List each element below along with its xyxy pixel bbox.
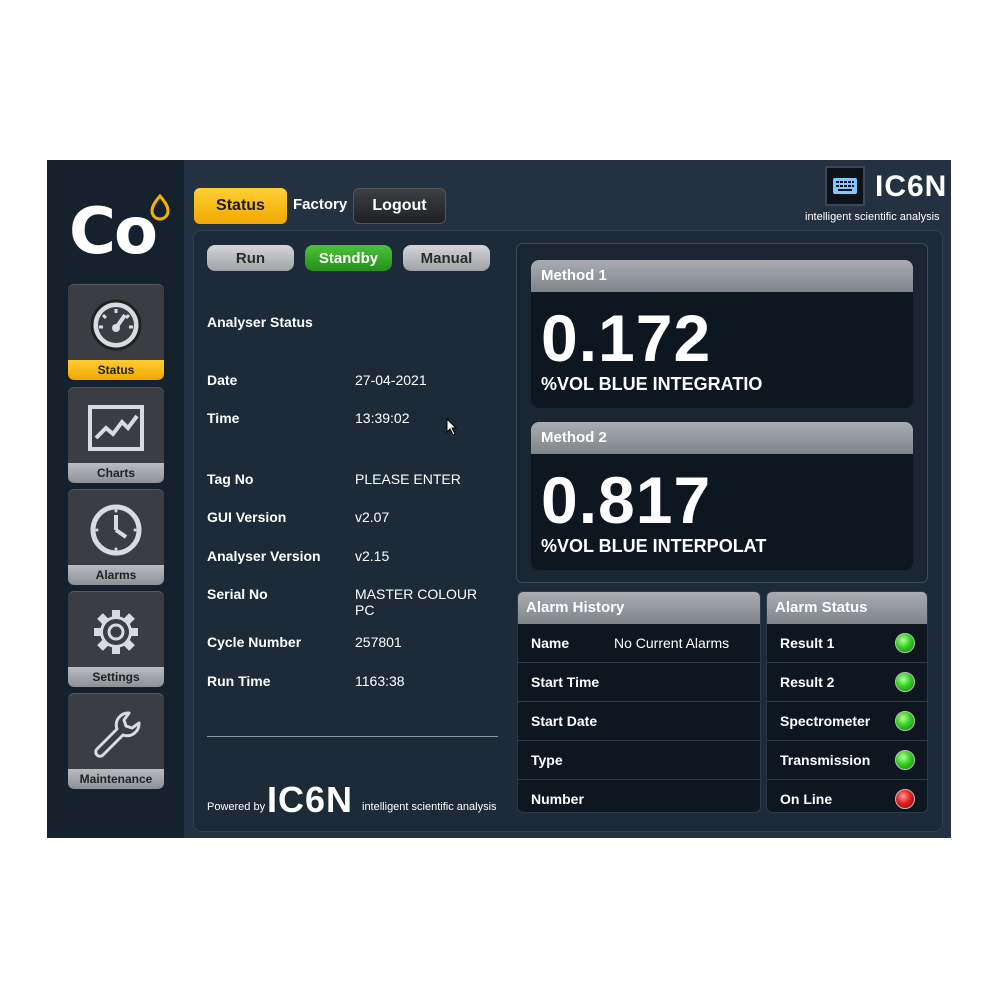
sidebar-item-maintenance[interactable]: Maintenance [68, 693, 164, 789]
table-row: Start Time [518, 663, 760, 702]
on-line-label: On Line [780, 791, 833, 807]
analyser-status-heading: Analyser Status [207, 314, 313, 330]
logout-button[interactable]: Logout [353, 188, 446, 224]
gauge-icon [68, 294, 164, 356]
sidebar-item-settings[interactable]: Settings [68, 591, 164, 687]
list-item: Result 1 [767, 624, 927, 663]
result-2-label: Result 2 [780, 674, 835, 690]
methods-box: Method 1 0.172 %VOL BLUE INTEGRATIO Meth… [516, 243, 928, 583]
time-value: 13:39:02 [355, 410, 410, 426]
clock-icon [68, 499, 164, 561]
mouse-cursor-icon [446, 418, 458, 436]
sidebar-item-label: Charts [68, 463, 164, 483]
wrench-icon [68, 703, 164, 765]
keyboard-icon[interactable] [825, 166, 865, 206]
list-item: Spectrometer [767, 702, 927, 741]
alarm-type-label: Type [531, 752, 563, 768]
date-value: 27-04-2021 [355, 372, 427, 388]
method-1-unit: %VOL BLUE INTEGRATIO [541, 374, 763, 394]
alarm-status-title: Alarm Status [767, 592, 927, 624]
gui-version-label: GUI Version [207, 509, 287, 525]
method-1-title: Method 1 [531, 260, 913, 292]
status-led-icon [895, 750, 915, 770]
date-label: Date [207, 372, 238, 388]
table-row: Number [518, 780, 760, 812]
status-led-icon [895, 672, 915, 692]
gui-version-value: v2.07 [355, 509, 390, 525]
alarm-start-time-label: Start Time [531, 674, 600, 690]
method-1-value: 0.172 [541, 301, 712, 375]
gear-icon [68, 601, 164, 663]
sidebar-item-status[interactable]: Status [68, 284, 164, 380]
alarm-history-panel: Alarm History Name No Current Alarms Sta… [517, 591, 761, 813]
alarm-status-panel: Alarm Status Result 1 Result 2 Spectrome… [766, 591, 928, 813]
sidebar-item-label: Alarms [68, 565, 164, 585]
status-led-icon [895, 633, 915, 653]
serial-label: Serial No [207, 586, 268, 602]
brand-logo: IC6N [875, 170, 948, 203]
method-2-unit: %VOL BLUE INTERPOLAT [541, 536, 767, 556]
runtime-value: 1163:38 [355, 673, 405, 689]
tag-label: Tag No [207, 471, 254, 487]
method-2-title: Method 2 [531, 422, 913, 454]
list-item: Result 2 [767, 663, 927, 702]
brand-header: IC6N intelligent scientific analysis [805, 166, 948, 226]
alarm-name-label: Name [531, 635, 570, 651]
standby-button[interactable]: Standby [305, 245, 392, 271]
manual-button[interactable]: Manual [403, 245, 490, 271]
alarm-history-title: Alarm History [518, 592, 760, 624]
alarm-number-label: Number [531, 791, 584, 807]
footer-brand-logo: IC6N [267, 779, 354, 820]
list-item: Transmission [767, 741, 927, 780]
status-button[interactable]: Status [194, 188, 287, 224]
result-1-label: Result 1 [780, 635, 835, 651]
alarm-start-date-label: Start Date [531, 713, 598, 729]
tag-value[interactable]: PLEASE ENTER [355, 471, 461, 487]
analyser-screen: Co Status Charts Alarms Settings Mainten… [47, 160, 951, 838]
factory-label: Factory [293, 196, 348, 213]
analyser-version-label: Analyser Version [207, 548, 321, 564]
transmission-label: Transmission [780, 752, 871, 768]
run-button[interactable]: Run [207, 245, 294, 271]
cycle-label: Cycle Number [207, 634, 302, 650]
footer-tagline: intelligent scientific analysis [362, 801, 497, 813]
drop-icon [150, 194, 170, 221]
table-row: Start Date [518, 702, 760, 741]
method-1-card: Method 1 0.172 %VOL BLUE INTEGRATIO [531, 260, 913, 408]
divider [207, 736, 498, 737]
table-row: Type [518, 741, 760, 780]
sidebar-item-label: Status [68, 360, 164, 380]
sidebar-item-label: Settings [68, 667, 164, 687]
alarm-name-value: No Current Alarms [614, 635, 730, 651]
status-led-icon [895, 711, 915, 731]
sidebar-item-charts[interactable]: Charts [68, 387, 164, 483]
cycle-value: 257801 [355, 634, 402, 650]
sidebar-item-alarms[interactable]: Alarms [68, 489, 164, 585]
list-item: On Line [767, 780, 927, 812]
line-chart-icon [68, 397, 164, 459]
app-logo: Co [69, 195, 158, 269]
table-row: Name No Current Alarms [518, 624, 760, 663]
method-2-card: Method 2 0.817 %VOL BLUE INTERPOLAT [531, 422, 913, 570]
powered-by-label: Powered by [207, 801, 266, 813]
sidebar-item-label: Maintenance [68, 769, 164, 789]
time-label: Time [207, 410, 240, 426]
analyser-version-value: v2.15 [355, 548, 390, 564]
status-led-icon [895, 789, 915, 809]
method-2-value: 0.817 [541, 463, 712, 537]
spectrometer-label: Spectrometer [780, 713, 871, 729]
brand-tagline: intelligent scientific analysis [805, 211, 940, 223]
runtime-label: Run Time [207, 673, 271, 689]
main-panel: Run Standby Manual Analyser Status Date … [193, 230, 943, 832]
serial-value: MASTER COLOUR PC [355, 586, 478, 618]
sidebar: Co Status Charts Alarms Settings Mainten… [47, 160, 184, 838]
